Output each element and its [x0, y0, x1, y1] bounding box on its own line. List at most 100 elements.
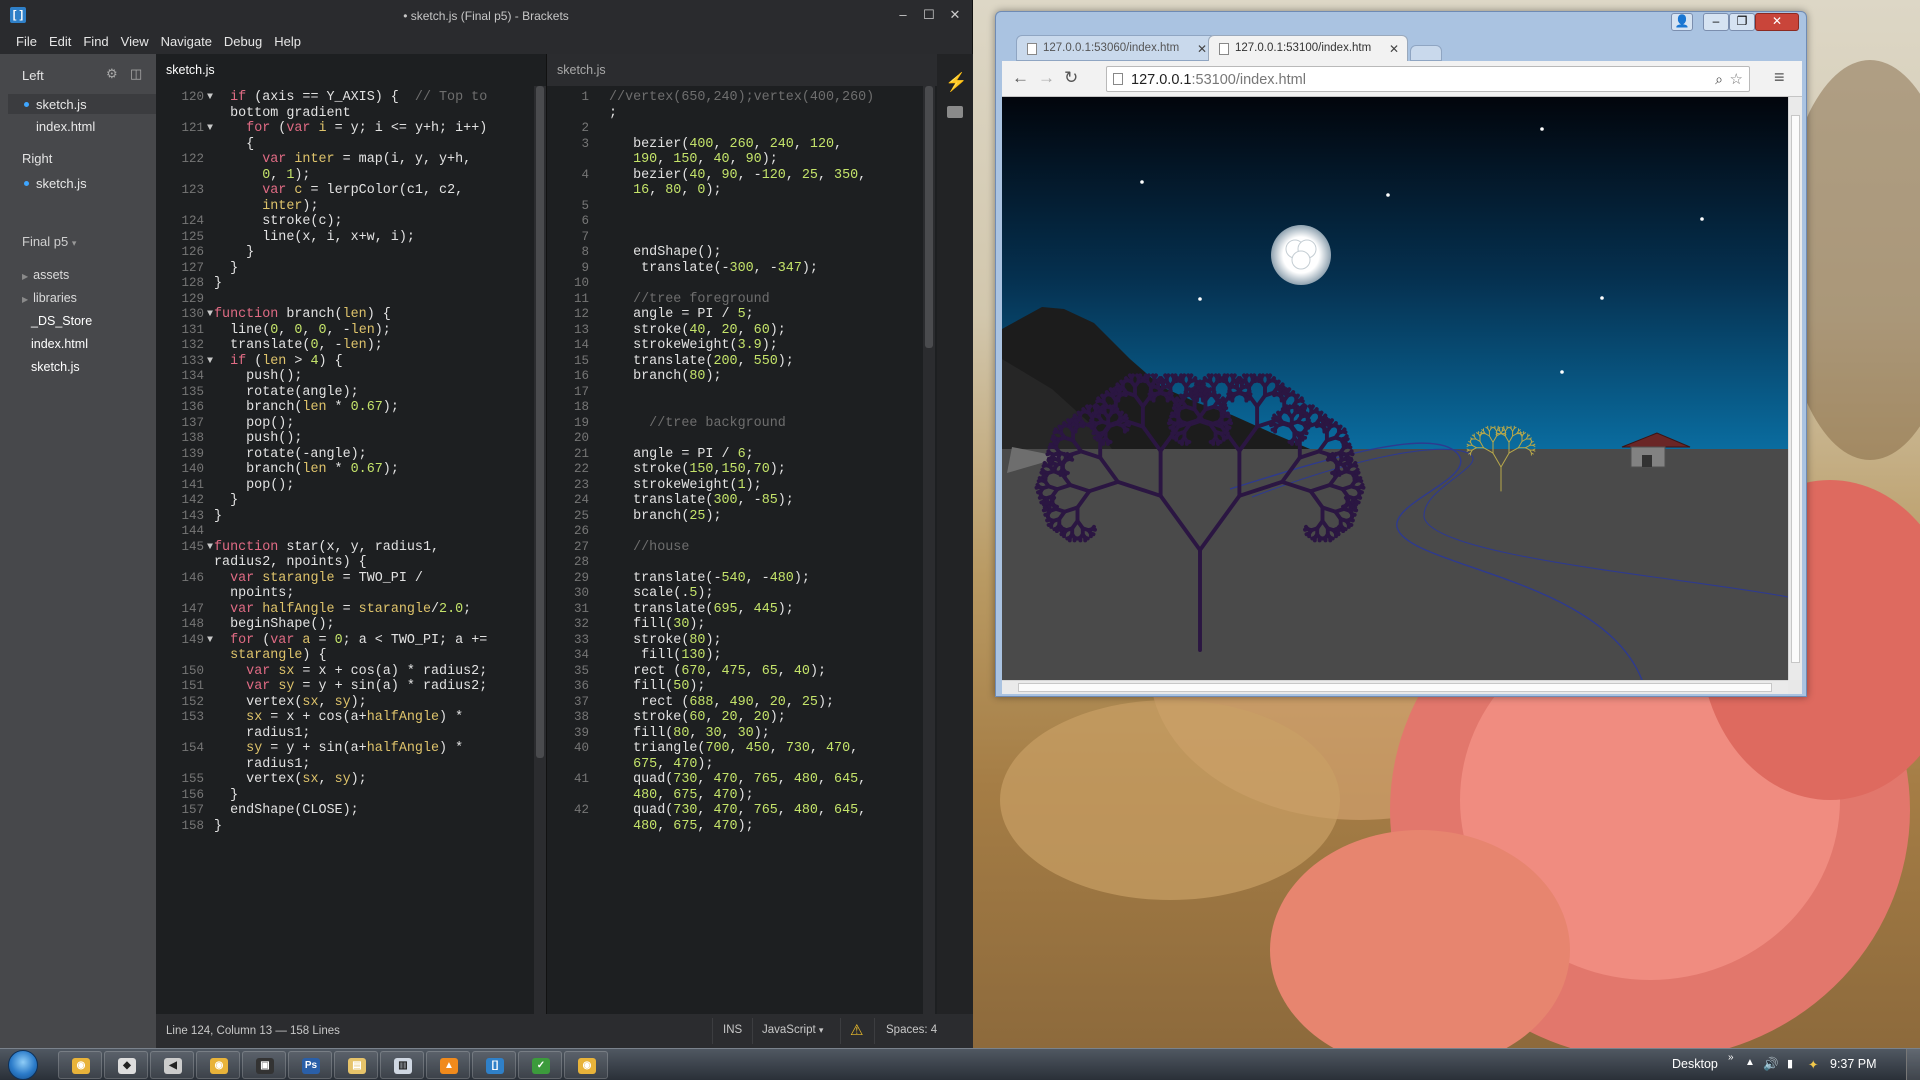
- code-line[interactable]: translate(0, -len);: [214, 338, 383, 353]
- menu-icon[interactable]: ≡: [1774, 67, 1785, 88]
- working-file-sketch-js[interactable]: sketch.js: [36, 97, 87, 112]
- code-line[interactable]: function star(x, y, radius1,: [214, 540, 439, 555]
- code-line[interactable]: angle = PI / 5;: [609, 307, 754, 322]
- code-line[interactable]: vertex(sx, sy);: [214, 772, 367, 787]
- code-line[interactable]: rect (670, 475, 65, 40);: [609, 664, 826, 679]
- taskbar-brackets[interactable]: []: [472, 1051, 516, 1079]
- fold-toggle-icon[interactable]: ▼: [207, 92, 213, 103]
- code-line[interactable]: radius1;: [214, 726, 310, 741]
- show-desktop-button[interactable]: [1906, 1049, 1920, 1080]
- code-line[interactable]: translate(-300, -347);: [609, 261, 818, 276]
- code-line[interactable]: var sy = y + sin(a) * radius2;: [214, 679, 487, 694]
- code-line[interactable]: ;: [609, 106, 617, 121]
- menu-file[interactable]: File: [0, 30, 43, 49]
- power-icon[interactable]: ✦: [1808, 1057, 1818, 1072]
- menu-navigate[interactable]: Navigate: [155, 30, 218, 49]
- indent-setting[interactable]: Spaces: 4: [886, 1024, 937, 1036]
- code-line[interactable]: rotate(angle);: [214, 385, 359, 400]
- code-line[interactable]: 190, 150, 40, 90);: [609, 152, 778, 167]
- taskbar-photoshop[interactable]: Ps: [288, 1051, 332, 1079]
- code-line[interactable]: fill(50);: [609, 679, 705, 694]
- extension-manager-icon[interactable]: [947, 106, 963, 118]
- taskbar-explorer[interactable]: ▤: [334, 1051, 378, 1079]
- code-line[interactable]: push();: [214, 369, 302, 384]
- tree-file-sketch-js[interactable]: sketch.js: [31, 360, 80, 374]
- pane-tab-sketch-js[interactable]: sketch.js: [166, 63, 215, 77]
- code-line[interactable]: triangle(700, 450, 730, 470,: [609, 741, 858, 756]
- code-line[interactable]: 480, 675, 470);: [609, 819, 754, 834]
- code-line[interactable]: beginShape();: [214, 617, 334, 632]
- code-line[interactable]: var inter = map(i, y, y+h,: [214, 152, 471, 167]
- code-line[interactable]: var starangle = TWO_PI /: [214, 571, 423, 586]
- code-line[interactable]: starangle) {: [214, 648, 326, 663]
- minimize-button[interactable]: –: [893, 6, 913, 24]
- tab-close-icon[interactable]: ✕: [1197, 42, 1207, 56]
- code-line[interactable]: translate(300, -85);: [609, 493, 794, 508]
- code-line[interactable]: for (var i = y; i <= y+h; i++): [214, 121, 487, 136]
- code-line[interactable]: //vertex(650,240);vertex(400,260): [609, 90, 874, 105]
- editor-pane-right[interactable]: sketch.js 1 //vertex(650,240);vertex(400,…: [546, 54, 937, 1014]
- taskbar-terminal[interactable]: ▣: [242, 1051, 286, 1079]
- working-file-right-sketch-js[interactable]: sketch.js: [36, 176, 87, 191]
- tree-file-ds-store[interactable]: _DS_Store: [31, 314, 92, 328]
- code-line[interactable]: 675, 470);: [609, 757, 713, 772]
- code-line[interactable]: //house: [609, 540, 689, 555]
- back-icon[interactable]: ←: [1012, 68, 1029, 88]
- fold-toggle-icon[interactable]: ▼: [207, 356, 213, 367]
- tree-folder-libraries[interactable]: ▶ libraries: [22, 291, 77, 305]
- horizontal-scroll-thumb[interactable]: [1018, 683, 1772, 692]
- network-icon[interactable]: ▮: [1787, 1057, 1793, 1070]
- taskbar-chrome[interactable]: ◉: [58, 1051, 102, 1079]
- code-line[interactable]: fill(30);: [609, 617, 705, 632]
- code-line[interactable]: strokeWeight(1);: [609, 478, 762, 493]
- star-icon[interactable]: ☆: [1730, 70, 1743, 88]
- project-name[interactable]: Final p5 ▾: [22, 234, 76, 249]
- code-line[interactable]: branch(80);: [609, 369, 721, 384]
- code-line[interactable]: sx = x + cos(a+halfAngle) *: [214, 710, 463, 725]
- tab-close-icon[interactable]: ✕: [1389, 42, 1399, 56]
- code-line[interactable]: 16, 80, 0);: [609, 183, 721, 198]
- code-line[interactable]: pop();: [214, 416, 294, 431]
- desktop-toolbar[interactable]: Desktop: [1672, 1057, 1718, 1071]
- code-line[interactable]: 480, 675, 470);: [609, 788, 754, 803]
- start-button[interactable]: [8, 1050, 38, 1080]
- code-line[interactable]: inter);: [214, 199, 318, 214]
- vertical-scroll-thumb[interactable]: [1791, 115, 1800, 663]
- tree-file-index-html[interactable]: index.html: [31, 337, 88, 351]
- code-line[interactable]: push();: [214, 431, 302, 446]
- code-line[interactable]: stroke(150,150,70);: [609, 462, 786, 477]
- chevron-right-icon[interactable]: »: [1728, 1052, 1734, 1063]
- code-line[interactable]: branch(len * 0.67);: [214, 462, 399, 477]
- taskbar-notepad[interactable]: ▥: [380, 1051, 424, 1079]
- code-line[interactable]: var halfAngle = starangle/2.0;: [214, 602, 471, 617]
- code-line[interactable]: pop();: [214, 478, 294, 493]
- code-line[interactable]: }: [214, 819, 222, 834]
- code-line[interactable]: bezier(400, 260, 240, 120,: [609, 137, 842, 152]
- tab-active[interactable]: 127.0.0.1:53100/index.htm ✕: [1208, 35, 1408, 61]
- code-line[interactable]: 0, 1);: [214, 168, 310, 183]
- code-line[interactable]: rotate(-angle);: [214, 447, 367, 462]
- code-line[interactable]: strokeWeight(3.9);: [609, 338, 778, 353]
- profile-icon[interactable]: 👤: [1671, 13, 1693, 31]
- code-line[interactable]: translate(-540, -480);: [609, 571, 810, 586]
- code-line[interactable]: if (len > 4) {: [214, 354, 343, 369]
- code-line[interactable]: if (axis == Y_AXIS) { // Top to: [214, 90, 487, 105]
- taskbar-chrome[interactable]: ◉: [196, 1051, 240, 1079]
- pane-tab-sketch-js[interactable]: sketch.js: [557, 63, 606, 77]
- chevron-up-icon[interactable]: ▲: [1745, 1057, 1755, 1068]
- menu-debug[interactable]: Debug: [218, 30, 268, 49]
- code-line[interactable]: }: [214, 245, 254, 260]
- code-line[interactable]: branch(25);: [609, 509, 721, 524]
- warning-icon[interactable]: ⚠: [850, 1021, 863, 1039]
- code-line[interactable]: }: [214, 509, 222, 524]
- code-line[interactable]: translate(695, 445);: [609, 602, 794, 617]
- language-selector[interactable]: JavaScript ▾: [762, 1024, 823, 1036]
- tab-inactive[interactable]: 127.0.0.1:53060/index.htm ✕: [1016, 35, 1216, 61]
- code-line[interactable]: bottom gradient: [214, 106, 351, 121]
- code-line[interactable]: for (var a = 0; a < TWO_PI; a +=: [214, 633, 487, 648]
- code-line[interactable]: radius1;: [214, 757, 310, 772]
- menu-help[interactable]: Help: [268, 30, 307, 49]
- vertical-scrollbar[interactable]: [1788, 97, 1802, 680]
- close-button[interactable]: ✕: [945, 6, 965, 24]
- code-line[interactable]: stroke(80);: [609, 633, 721, 648]
